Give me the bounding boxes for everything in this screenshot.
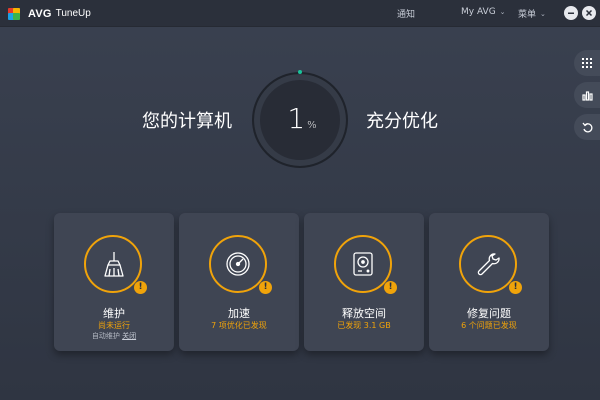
auto-maintenance-row: 自动维护 关闭 xyxy=(54,331,174,341)
app-product-name: TuneUp xyxy=(55,8,91,19)
card-title: 释放空间 xyxy=(342,307,386,320)
notifications-label: 通知 xyxy=(397,10,416,20)
gauge-value: 1 xyxy=(287,102,306,135)
close-button[interactable] xyxy=(582,6,596,20)
apps-button[interactable] xyxy=(574,50,600,76)
card-title: 修复问题 xyxy=(467,307,511,320)
maintenance-card[interactable]: ! 维护 尚未运行 自动维护 关闭 xyxy=(54,213,174,351)
gauge-unit: % xyxy=(307,120,317,131)
undo-button[interactable] xyxy=(574,114,600,140)
minimize-button[interactable] xyxy=(564,6,578,20)
notifications-menu[interactable]: 通知 xyxy=(397,7,415,20)
gauge-progress-indicator xyxy=(298,70,302,74)
hard-drive-icon xyxy=(353,252,373,276)
warning-badge-icon: ! xyxy=(509,281,522,294)
card-title: 加速 xyxy=(228,307,250,320)
title-bar: AVG TuneUp 通知 My AVG ⌄ 菜单 ⌄ xyxy=(0,0,600,27)
card-status: 6 个问题已发现 xyxy=(461,321,517,330)
maintenance-icon-ring xyxy=(84,235,142,293)
card-status: 尚未运行 xyxy=(98,321,130,330)
app-logo: AVG TuneUp xyxy=(8,6,91,21)
app-brand: AVG xyxy=(28,7,52,20)
free-up-space-card[interactable]: ! 释放空间 已发现 3.1 GB xyxy=(304,213,424,351)
card-status: 7 项优化已发现 xyxy=(211,321,267,330)
speed-up-icon-ring xyxy=(209,235,267,293)
chevron-down-icon: ⌄ xyxy=(540,9,546,18)
warning-badge-icon: ! xyxy=(134,281,147,294)
warning-badge-icon: ! xyxy=(384,281,397,294)
card-status: 已发现 3.1 GB xyxy=(337,321,391,330)
avg-logo-icon xyxy=(8,7,24,20)
my-avg-menu[interactable]: My AVG ⌄ xyxy=(461,7,506,17)
optimization-gauge: 1% xyxy=(252,72,348,168)
undo-icon xyxy=(581,122,592,132)
speed-up-card[interactable]: ! 加速 7 项优化已发现 xyxy=(179,213,299,351)
wrench-icon xyxy=(477,253,500,276)
broom-icon xyxy=(104,252,124,277)
main-menu-label: 菜单 xyxy=(518,10,537,20)
auto-maintenance-toggle-link[interactable]: 关闭 xyxy=(122,332,136,340)
speedometer-icon xyxy=(226,252,250,276)
bar-chart-icon xyxy=(581,90,593,101)
free-up-space-icon-ring xyxy=(334,235,392,293)
warning-badge-icon: ! xyxy=(259,281,272,294)
chevron-down-icon: ⌄ xyxy=(499,8,506,16)
main-menu[interactable]: 菜单 ⌄ xyxy=(518,7,546,21)
hero-right-text: 充分优化 xyxy=(366,111,438,132)
auto-maintenance-label: 自动维护 xyxy=(91,332,120,340)
card-title: 维护 xyxy=(103,307,125,320)
my-avg-label: My AVG xyxy=(461,7,496,17)
fix-problems-icon-ring xyxy=(459,235,517,293)
fix-problems-card[interactable]: ! 修复问题 6 个问题已发现 xyxy=(429,213,549,351)
grid-icon xyxy=(582,58,592,68)
minimize-icon xyxy=(568,12,574,14)
stats-button[interactable] xyxy=(574,82,600,108)
close-icon xyxy=(585,9,593,17)
hero-left-text: 您的计算机 xyxy=(142,111,232,132)
